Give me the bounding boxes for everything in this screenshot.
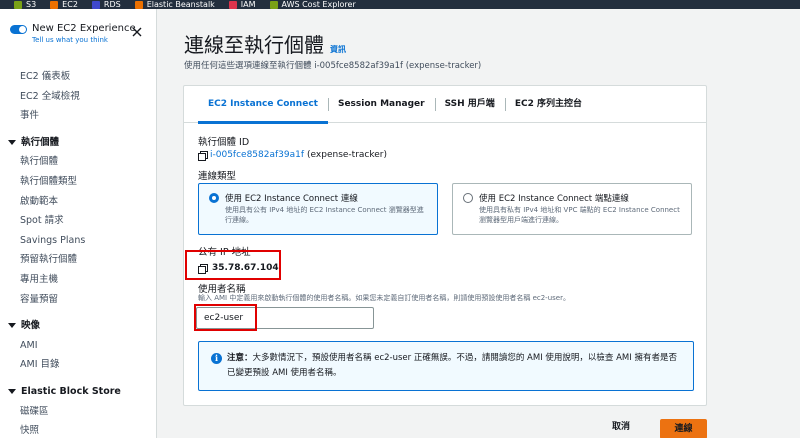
sidebar-item-volumes[interactable]: 磁碟區 <box>0 402 157 422</box>
alert-text: 大多數情況下，預設使用者名稱 ec2-user 正確無誤。不過，請閱讀您的 AM… <box>227 353 677 378</box>
caret-down-icon <box>8 389 16 395</box>
new-experience-title: New EC2 Experience <box>32 23 136 34</box>
info-icon: i <box>211 353 222 364</box>
copy-icon[interactable] <box>198 263 208 274</box>
favorites-bar: S3 EC2 RDS Elastic Beanstalk IAM AWS Cos… <box>0 0 800 9</box>
instance-id-row: i-005fce8582af39a1f (expense-tracker) <box>198 150 388 161</box>
iam-icon <box>228 0 237 9</box>
sidebar-item-events[interactable]: 事件 <box>0 106 157 126</box>
sidebar-item-instances[interactable]: 執行個體 <box>0 152 157 172</box>
new-experience-toggle[interactable] <box>10 25 27 34</box>
favorite-ec2[interactable]: EC2 <box>50 0 78 9</box>
tab-serial-console[interactable]: EC2 序列主控台 <box>504 86 592 123</box>
sidebar-item-savings-plans[interactable]: Savings Plans <box>0 231 157 251</box>
sidebar-section-ebs[interactable]: Elastic Block Store <box>0 382 157 402</box>
page-description: 使用任何這些選項連線至執行個體 i-005fce8582af39a1f (exp… <box>184 61 482 71</box>
caret-down-icon <box>8 140 16 146</box>
cost-explorer-icon <box>269 0 278 9</box>
public-ip-value: 35.78.67.104 <box>212 263 279 273</box>
sidebar-nav: EC2 儀表板 EC2 全域檢視 事件 執行個體 執行個體 執行個體類型 啟動範… <box>0 67 157 438</box>
instance-name: (expense-tracker) <box>307 150 388 160</box>
sidebar-item-ami-catalog[interactable]: AMI 目錄 <box>0 355 157 375</box>
sidebar-item-instance-types[interactable]: 執行個體類型 <box>0 172 157 192</box>
public-ip-label: 公有 IP 地址 <box>198 247 251 258</box>
sidebar-section-images[interactable]: 映像 <box>0 316 157 336</box>
beanstalk-icon <box>134 0 143 9</box>
favorite-cost-explorer[interactable]: AWS Cost Explorer <box>269 0 356 9</box>
sidebar-section-instances[interactable]: 執行個體 <box>0 133 157 153</box>
tab-session-manager[interactable]: Session Manager <box>327 86 435 123</box>
info-alert: i 注意：大多數情況下，預設使用者名稱 ec2-user 正確無誤。不過，請閱讀… <box>198 341 694 391</box>
feedback-link[interactable]: Tell us what you think <box>32 36 136 44</box>
sidebar-item-spot-requests[interactable]: Spot 請求 <box>0 211 157 231</box>
alert-bold-label: 注意： <box>227 353 253 363</box>
sidebar-item-ec2-dashboard[interactable]: EC2 儀表板 <box>0 67 157 87</box>
radio-selected[interactable] <box>209 193 219 203</box>
username-description: 輸入 AMI 中定義用來啟動執行個體的使用者名稱。如果您未定義自訂使用者名稱，則… <box>198 294 570 302</box>
favorite-iam[interactable]: IAM <box>228 0 256 9</box>
sidebar-item-reserved-instances[interactable]: 預留執行個體 <box>0 250 157 270</box>
option-description: 使用具有私有 IPv4 地址和 VPC 端點的 EC2 Instance Con… <box>479 206 680 224</box>
option-title: 使用 EC2 Instance Connect 端點連線 <box>479 194 629 204</box>
favorite-s3[interactable]: S3 <box>14 0 36 9</box>
copy-icon[interactable] <box>198 150 208 161</box>
sidebar-item-snapshots[interactable]: 快照 <box>0 421 157 438</box>
option-title: 使用 EC2 Instance Connect 連線 <box>225 194 358 204</box>
sidebar: New EC2 Experience Tell us what you thin… <box>0 9 157 438</box>
sidebar-item-ami[interactable]: AMI <box>0 336 157 356</box>
close-icon[interactable] <box>131 26 143 38</box>
info-link[interactable]: 資訊 <box>330 44 346 55</box>
sidebar-item-capacity-reservations[interactable]: 容量預留 <box>0 290 157 310</box>
connect-tabs: EC2 Instance Connect Session Manager SSH… <box>184 86 706 124</box>
rds-icon <box>91 0 100 9</box>
public-ip-row: 35.78.67.104 <box>198 263 279 274</box>
s3-icon <box>14 0 22 9</box>
instance-id-label: 執行個體 ID <box>198 137 250 148</box>
cancel-button[interactable]: 取消 <box>612 419 630 432</box>
option-description: 使用具有公有 IPv4 地址的 EC2 Instance Connect 瀏覽器… <box>225 206 424 224</box>
username-input[interactable] <box>196 307 374 329</box>
option-instance-connect-endpoint[interactable]: 使用 EC2 Instance Connect 端點連線 使用具有私有 IPv4… <box>452 183 692 235</box>
radio-unselected[interactable] <box>463 193 473 203</box>
ec2-icon <box>50 0 59 9</box>
tab-ssh-client[interactable]: SSH 用戶端 <box>434 86 505 123</box>
instance-id-link[interactable]: i-005fce8582af39a1f <box>210 150 304 160</box>
page-title: 連線至執行個體 資訊 <box>184 33 346 57</box>
caret-down-icon <box>8 323 16 329</box>
favorite-rds[interactable]: RDS <box>91 0 121 9</box>
sidebar-item-launch-templates[interactable]: 啟動範本 <box>0 192 157 212</box>
sidebar-item-global-view[interactable]: EC2 全域檢視 <box>0 87 157 107</box>
connect-panel: EC2 Instance Connect Session Manager SSH… <box>183 85 707 406</box>
option-instance-connect[interactable]: 使用 EC2 Instance Connect 連線 使用具有公有 IPv4 地… <box>198 183 438 235</box>
sidebar-item-dedicated-hosts[interactable]: 專用主機 <box>0 270 157 290</box>
main-content: 連線至執行個體 資訊 使用任何這些選項連線至執行個體 i-005fce8582a… <box>157 9 800 438</box>
favorite-beanstalk[interactable]: Elastic Beanstalk <box>134 0 215 9</box>
tab-ec2-instance-connect[interactable]: EC2 Instance Connect <box>198 86 328 124</box>
new-experience-toggle-row: New EC2 Experience Tell us what you thin… <box>10 23 136 44</box>
connect-button[interactable]: 連線 <box>660 419 707 438</box>
connection-type-label: 連線類型 <box>198 171 237 182</box>
